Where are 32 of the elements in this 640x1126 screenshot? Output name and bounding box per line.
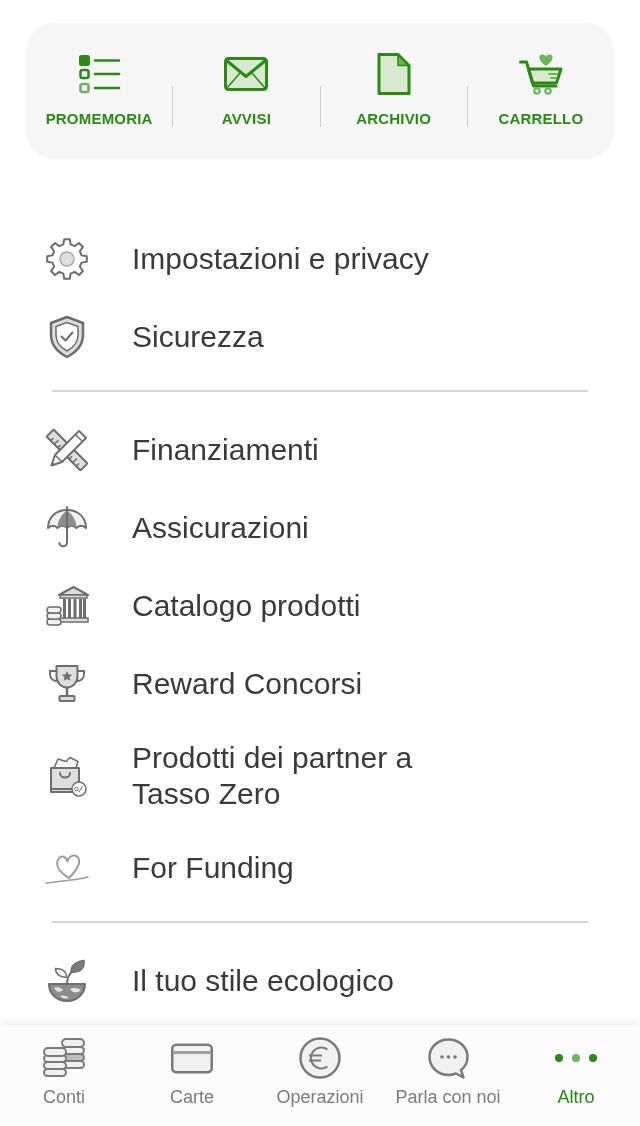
shortcut-button[interactable]: CARRELLO [467, 54, 614, 128]
heart-icon [45, 852, 89, 884]
card-icon [171, 1042, 213, 1074]
tab-button[interactable]: Operazioni [256, 1025, 384, 1126]
umbrella-icon [45, 506, 89, 550]
menu-item[interactable]: Il tuo stile ecologico [0, 942, 640, 1020]
menu-item[interactable]: Finanziamenti [0, 411, 640, 489]
plant-globe-icon [45, 959, 89, 1003]
menu-item[interactable]: For Funding [0, 829, 640, 907]
document-icon [376, 53, 411, 95]
cart-heart-icon [518, 53, 563, 95]
menu-item[interactable]: Impostazioni e privacy [0, 220, 640, 298]
shortcut-button[interactable]: PROMEMORIA [26, 54, 173, 128]
tab-button[interactable]: Conti [0, 1025, 128, 1126]
more-dots-icon [555, 1054, 597, 1062]
shortcut-button[interactable]: ARCHIVIO [320, 54, 467, 128]
menu-item[interactable]: Reward Concorsi [0, 645, 640, 723]
menu-item[interactable]: Prodotti dei partner a Tasso Zero [0, 723, 640, 829]
menu-item[interactable]: Catalogo prodotti [0, 567, 640, 645]
chat-bubble-icon [427, 1037, 469, 1079]
euro-coin-icon [299, 1037, 341, 1079]
gear-icon [45, 237, 89, 281]
tab-button[interactable]: Carte [128, 1025, 256, 1126]
bank-coins-icon [45, 584, 89, 628]
shortcut-button[interactable]: AVVISI [173, 54, 320, 128]
envelope-icon [224, 57, 269, 91]
tab-button[interactable]: Parla con noi [384, 1025, 512, 1126]
checklist-icon [77, 54, 122, 94]
menu-item[interactable]: Assicurazioni [0, 489, 640, 567]
menu-item[interactable]: Sicurezza [0, 298, 640, 376]
tab-button[interactable]: Altro [512, 1025, 640, 1126]
coins-icon [43, 1038, 85, 1078]
